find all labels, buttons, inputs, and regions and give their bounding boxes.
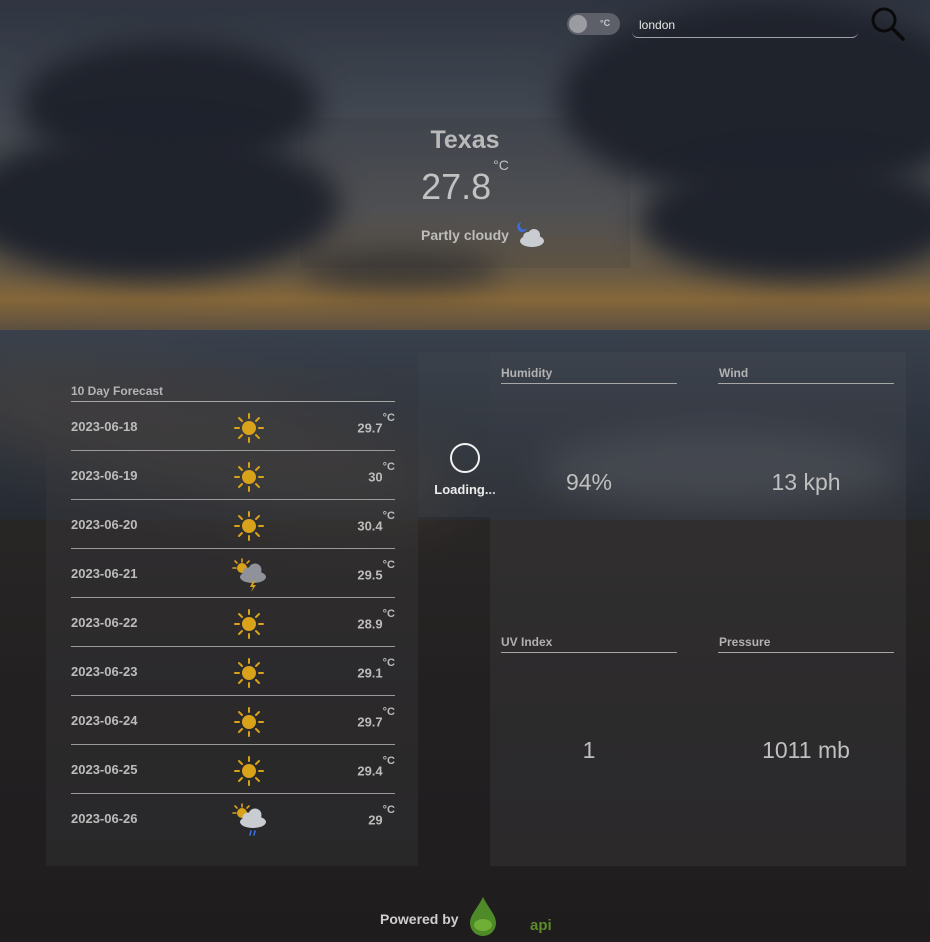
forecast-temp-unit: °C xyxy=(382,461,395,473)
city-name: Texas xyxy=(430,126,500,154)
divider xyxy=(718,652,894,653)
wind-label: Wind xyxy=(719,366,749,380)
rain-icon xyxy=(232,803,266,836)
loading-spinner-icon xyxy=(450,443,480,473)
temperature-value: 27.8 xyxy=(421,166,492,207)
forecast-date: 2023-06-21 xyxy=(71,566,138,581)
sunny-icon xyxy=(234,609,264,639)
forecast-temp: 28.9°C xyxy=(357,608,395,632)
forecast-title: 10 Day Forecast xyxy=(71,384,164,398)
forecast-temp: 30.4°C xyxy=(357,510,395,534)
partly-cloudy-night-icon xyxy=(517,222,544,247)
pressure-value: 1011 mb xyxy=(762,737,850,763)
humidity-label: Humidity xyxy=(501,366,553,380)
forecast-date: 2023-06-20 xyxy=(71,517,138,532)
condition-row: Partly cloudy xyxy=(0,220,930,250)
sunny-icon xyxy=(234,511,264,541)
forecast-temp-value: 30.4 xyxy=(357,518,383,534)
search-input[interactable] xyxy=(632,12,858,38)
forecast-row: 2023-06-19 30°C xyxy=(71,451,395,500)
condition-text: Partly cloudy xyxy=(421,227,509,243)
forecast-row: 2023-06-25 29.4°C xyxy=(71,745,395,794)
forecast-row: 2023-06-24 29.7°C xyxy=(71,696,395,745)
forecast-row: 2023-06-21 29.5°C xyxy=(71,549,395,598)
forecast-temp: 29.7°C xyxy=(357,706,395,730)
uv-index-label: UV Index xyxy=(501,635,553,649)
forecast-temp-unit: °C xyxy=(382,706,395,718)
sunny-icon xyxy=(234,413,264,443)
forecast-temp-value: 30 xyxy=(368,469,383,485)
wind-value: 13 kph xyxy=(771,469,841,495)
thunder-icon xyxy=(232,558,266,592)
metrics-panel xyxy=(490,352,906,866)
temperature-unit: °C xyxy=(493,157,509,173)
logo-api-text: api xyxy=(530,917,552,934)
divider xyxy=(501,383,677,384)
forecast-temp: 29°C xyxy=(368,804,395,828)
search-icon xyxy=(871,7,905,41)
forecast-temp-unit: °C xyxy=(382,755,395,767)
uv-index-value: 1 xyxy=(582,737,596,763)
sunny-icon xyxy=(234,756,264,786)
forecast-temp-value: 29.1 xyxy=(357,665,383,681)
powered-by-text: Powered by xyxy=(380,911,459,927)
humidity-value: 94% xyxy=(565,469,613,495)
forecast-temp-value: 28.9 xyxy=(357,616,383,632)
forecast-temp: 29.7°C xyxy=(357,412,395,436)
search-button[interactable] xyxy=(870,6,906,42)
pressure-label: Pressure xyxy=(719,635,771,649)
toggle-knob xyxy=(569,15,587,33)
forecast-row: 2023-06-18 29.7°C xyxy=(71,402,395,451)
forecast-temp: 29.5°C xyxy=(357,559,395,583)
forecast-date: 2023-06-22 xyxy=(71,615,138,630)
forecast-temp-value: 29.4 xyxy=(357,763,383,779)
forecast-temp-unit: °C xyxy=(382,608,395,620)
sunny-icon xyxy=(234,462,264,492)
sunny-icon xyxy=(234,707,264,737)
forecast-temp-value: 29 xyxy=(368,812,383,828)
forecast-temp-unit: °C xyxy=(382,510,395,522)
divider xyxy=(501,652,677,653)
forecast-row: 2023-06-26 29°C xyxy=(71,794,395,843)
forecast-temp-unit: °C xyxy=(382,559,395,571)
forecast-row: 2023-06-23 29.1°C xyxy=(71,647,395,696)
forecast-temp-unit: °C xyxy=(382,657,395,669)
forecast-date: 2023-06-18 xyxy=(71,419,138,434)
forecast-temp: 29.1°C xyxy=(357,657,395,681)
forecast-date: 2023-06-26 xyxy=(71,811,138,826)
sunny-icon xyxy=(234,658,264,688)
forecast-temp: 30°C xyxy=(368,461,395,485)
forecast-temp-value: 29.7 xyxy=(357,420,383,436)
forecast-row: 2023-06-20 30.4°C xyxy=(71,500,395,549)
forecast-date: 2023-06-19 xyxy=(71,468,138,483)
forecast-temp-unit: °C xyxy=(382,804,395,816)
forecast-date: 2023-06-24 xyxy=(71,713,138,728)
current-temperature: 27.8°C xyxy=(0,157,930,208)
forecast-row: 2023-06-22 28.9°C xyxy=(71,598,395,647)
forecast-temp: 29.4°C xyxy=(357,755,395,779)
forecast-date: 2023-06-25 xyxy=(71,762,138,777)
forecast-date: 2023-06-23 xyxy=(71,664,138,679)
divider xyxy=(718,383,894,384)
toggle-unit-label: °C xyxy=(600,18,611,28)
forecast-temp-unit: °C xyxy=(382,412,395,424)
forecast-temp-value: 29.7 xyxy=(357,714,383,730)
forecast-temp-value: 29.5 xyxy=(357,567,383,583)
unit-toggle[interactable]: °C xyxy=(567,13,620,35)
